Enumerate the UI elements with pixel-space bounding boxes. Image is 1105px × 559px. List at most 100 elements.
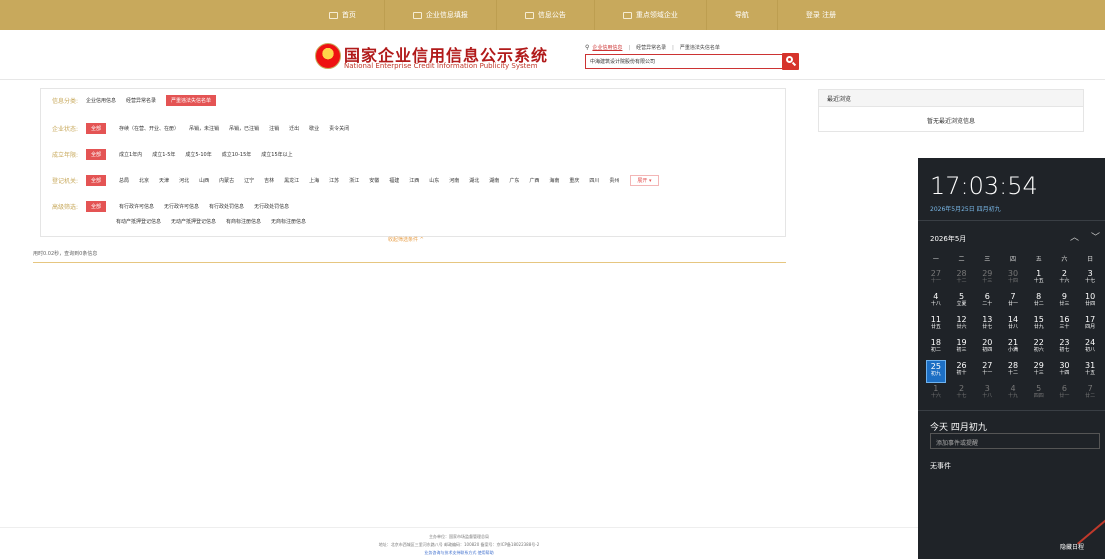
filter-option[interactable]: 经营异常名录	[126, 97, 156, 104]
filter-option-selected[interactable]: 全部	[86, 123, 107, 134]
calendar-day[interactable]: 29 十三	[1026, 360, 1052, 383]
nav-notice[interactable]: 信息公告	[497, 0, 594, 30]
filter-option[interactable]: 重庆	[569, 177, 579, 184]
filter-option[interactable]: 海南	[549, 177, 559, 184]
search-tab-abnormal[interactable]: 经营异常名录	[636, 44, 666, 51]
calendar-day[interactable]: 7 廿一	[1000, 291, 1026, 314]
calendar-day[interactable]: 27 十一	[923, 268, 949, 291]
calendar-day[interactable]: 28 十二	[1000, 360, 1026, 383]
chevron-up-icon[interactable]: ︿	[1070, 233, 1091, 243]
calendar-day[interactable]: 30 十四	[1000, 268, 1026, 291]
calendar-day[interactable]: 16 三十	[1052, 314, 1078, 337]
filter-option-selected[interactable]: 全部	[86, 201, 107, 212]
filter-option[interactable]: 有行政许可信息	[119, 203, 154, 210]
calendar-day[interactable]: 5 立夏	[949, 291, 975, 314]
calendar-day[interactable]: 31 十五	[1077, 360, 1103, 383]
calendar-day[interactable]: 6 二十	[974, 291, 1000, 314]
calendar-day[interactable]: 20 初四	[974, 337, 1000, 360]
filter-option[interactable]: 湖北	[469, 177, 479, 184]
calendar-day[interactable]: 2 十六	[1052, 268, 1078, 291]
filter-option[interactable]: 吊销，未注销	[189, 125, 219, 132]
calendar-day[interactable]: 1 十六	[923, 383, 949, 406]
calendar-day[interactable]: 2 十七	[949, 383, 975, 406]
nav-home[interactable]: 首页	[301, 0, 384, 30]
filter-option-selected[interactable]: 全部	[86, 175, 107, 186]
filter-option[interactable]: 山东	[429, 177, 439, 184]
filter-option[interactable]: 河北	[179, 177, 189, 184]
calendar-day[interactable]: 11 廿五	[923, 314, 949, 337]
calendar-day[interactable]: 8 廿二	[1026, 291, 1052, 314]
calendar-day-today[interactable]: 25 初九	[926, 360, 946, 383]
filter-option[interactable]: 江西	[409, 177, 419, 184]
filter-option[interactable]: 无行政许可信息	[164, 203, 199, 210]
add-event-input[interactable]: 添加事件或提醒	[930, 433, 1100, 449]
calendar-day[interactable]: 6 廿一	[1052, 383, 1078, 406]
filter-option[interactable]: 成立15年以上	[261, 151, 292, 158]
filter-option[interactable]: 浙江	[349, 177, 359, 184]
clock-date[interactable]: 2026年5月25日 四月初九	[930, 204, 1001, 213]
expand-button[interactable]: 展开 ▾	[630, 175, 659, 186]
search-tab-credit[interactable]: 企业信用信息	[592, 44, 622, 51]
calendar-day[interactable]: 23 初七	[1052, 337, 1078, 360]
calendar-day[interactable]: 30 十四	[1052, 360, 1078, 383]
filter-option[interactable]: 贵州	[609, 177, 619, 184]
filter-option[interactable]: 有商标注册信息	[226, 218, 261, 225]
filter-option[interactable]: 迁出	[289, 125, 299, 132]
filter-option[interactable]: 安徽	[369, 177, 379, 184]
filter-option[interactable]: 企业信用信息	[86, 97, 116, 104]
calendar-day[interactable]: 13 廿七	[974, 314, 1000, 337]
filter-option[interactable]: 广东	[509, 177, 519, 184]
filter-option[interactable]: 湖南	[489, 177, 499, 184]
filter-option[interactable]: 广西	[529, 177, 539, 184]
search-button[interactable]	[782, 53, 799, 70]
calendar-day[interactable]: 10 廿四	[1077, 291, 1103, 314]
filter-option[interactable]: 辽宁	[244, 177, 254, 184]
filter-option[interactable]: 内蒙古	[219, 177, 234, 184]
filter-option-selected[interactable]: 全部	[86, 149, 107, 160]
calendar-day[interactable]: 18 初二	[923, 337, 949, 360]
calendar-day[interactable]: 7 廿二	[1077, 383, 1103, 406]
filter-option[interactable]: 无行政处罚信息	[254, 203, 289, 210]
filter-option[interactable]: 江苏	[329, 177, 339, 184]
nav-key-enterprise[interactable]: 重点领域企业	[595, 0, 706, 30]
filter-option[interactable]: 成立1-5年	[152, 151, 175, 158]
calendar-day[interactable]: 14 廿八	[1000, 314, 1026, 337]
search-input[interactable]: 中海建筑设计院股份有限公司	[585, 54, 783, 69]
filter-option[interactable]: 成立5-10年	[185, 151, 211, 158]
filter-option[interactable]: 黑龙江	[284, 177, 299, 184]
footer-links[interactable]: 业务咨询与技术支持联系方式 使用帮助	[0, 550, 918, 556]
calendar-day[interactable]: 4 十九	[1000, 383, 1026, 406]
chevron-down-icon[interactable]: ﹀	[1091, 233, 1105, 243]
calendar-day[interactable]: 3 十八	[974, 383, 1000, 406]
filter-option[interactable]: 有动产抵押登记信息	[116, 218, 161, 225]
filter-option[interactable]: 无商标注册信息	[271, 218, 306, 225]
filter-option[interactable]: 吉林	[264, 177, 274, 184]
filter-option[interactable]: 有行政处罚信息	[209, 203, 244, 210]
filter-option[interactable]: 责令关闭	[329, 125, 349, 132]
filter-option-selected[interactable]: 严重违法失信名单	[166, 95, 217, 106]
calendar-day[interactable]: 1 十五	[1026, 268, 1052, 291]
filter-option[interactable]: 注销	[269, 125, 279, 132]
calendar-day[interactable]: 3 十七	[1077, 268, 1103, 291]
calendar-day[interactable]: 29 十三	[974, 268, 1000, 291]
search-tab-blacklist[interactable]: 严重违法失信名单	[680, 44, 720, 51]
filter-option[interactable]: 天津	[159, 177, 169, 184]
filter-option[interactable]: 总局	[119, 177, 129, 184]
calendar-day[interactable]: 19 初三	[949, 337, 975, 360]
filter-option[interactable]: 山西	[199, 177, 209, 184]
filter-option[interactable]: 四川	[589, 177, 599, 184]
filter-option[interactable]: 歇业	[309, 125, 319, 132]
filter-option[interactable]: 北京	[139, 177, 149, 184]
calendar-day[interactable]: 15 廿九	[1026, 314, 1052, 337]
nav-report[interactable]: 企业信息填报	[385, 0, 496, 30]
calendar-day[interactable]: 24 初八	[1077, 337, 1103, 360]
hide-agenda-button[interactable]: 隐藏日程	[1060, 542, 1084, 551]
calendar-day[interactable]: 26 初十	[949, 360, 975, 383]
collapse-filters-link[interactable]: 收起筛选条件 ^	[388, 236, 424, 243]
calendar-day[interactable]: 9 廿三	[1052, 291, 1078, 314]
calendar-day[interactable]: 5 四四	[1026, 383, 1052, 406]
calendar-day[interactable]: 21 小满	[1000, 337, 1026, 360]
filter-option[interactable]: 吊销，已注销	[229, 125, 259, 132]
filter-option[interactable]: 上海	[309, 177, 319, 184]
calendar-day[interactable]: 22 初六	[1026, 337, 1052, 360]
